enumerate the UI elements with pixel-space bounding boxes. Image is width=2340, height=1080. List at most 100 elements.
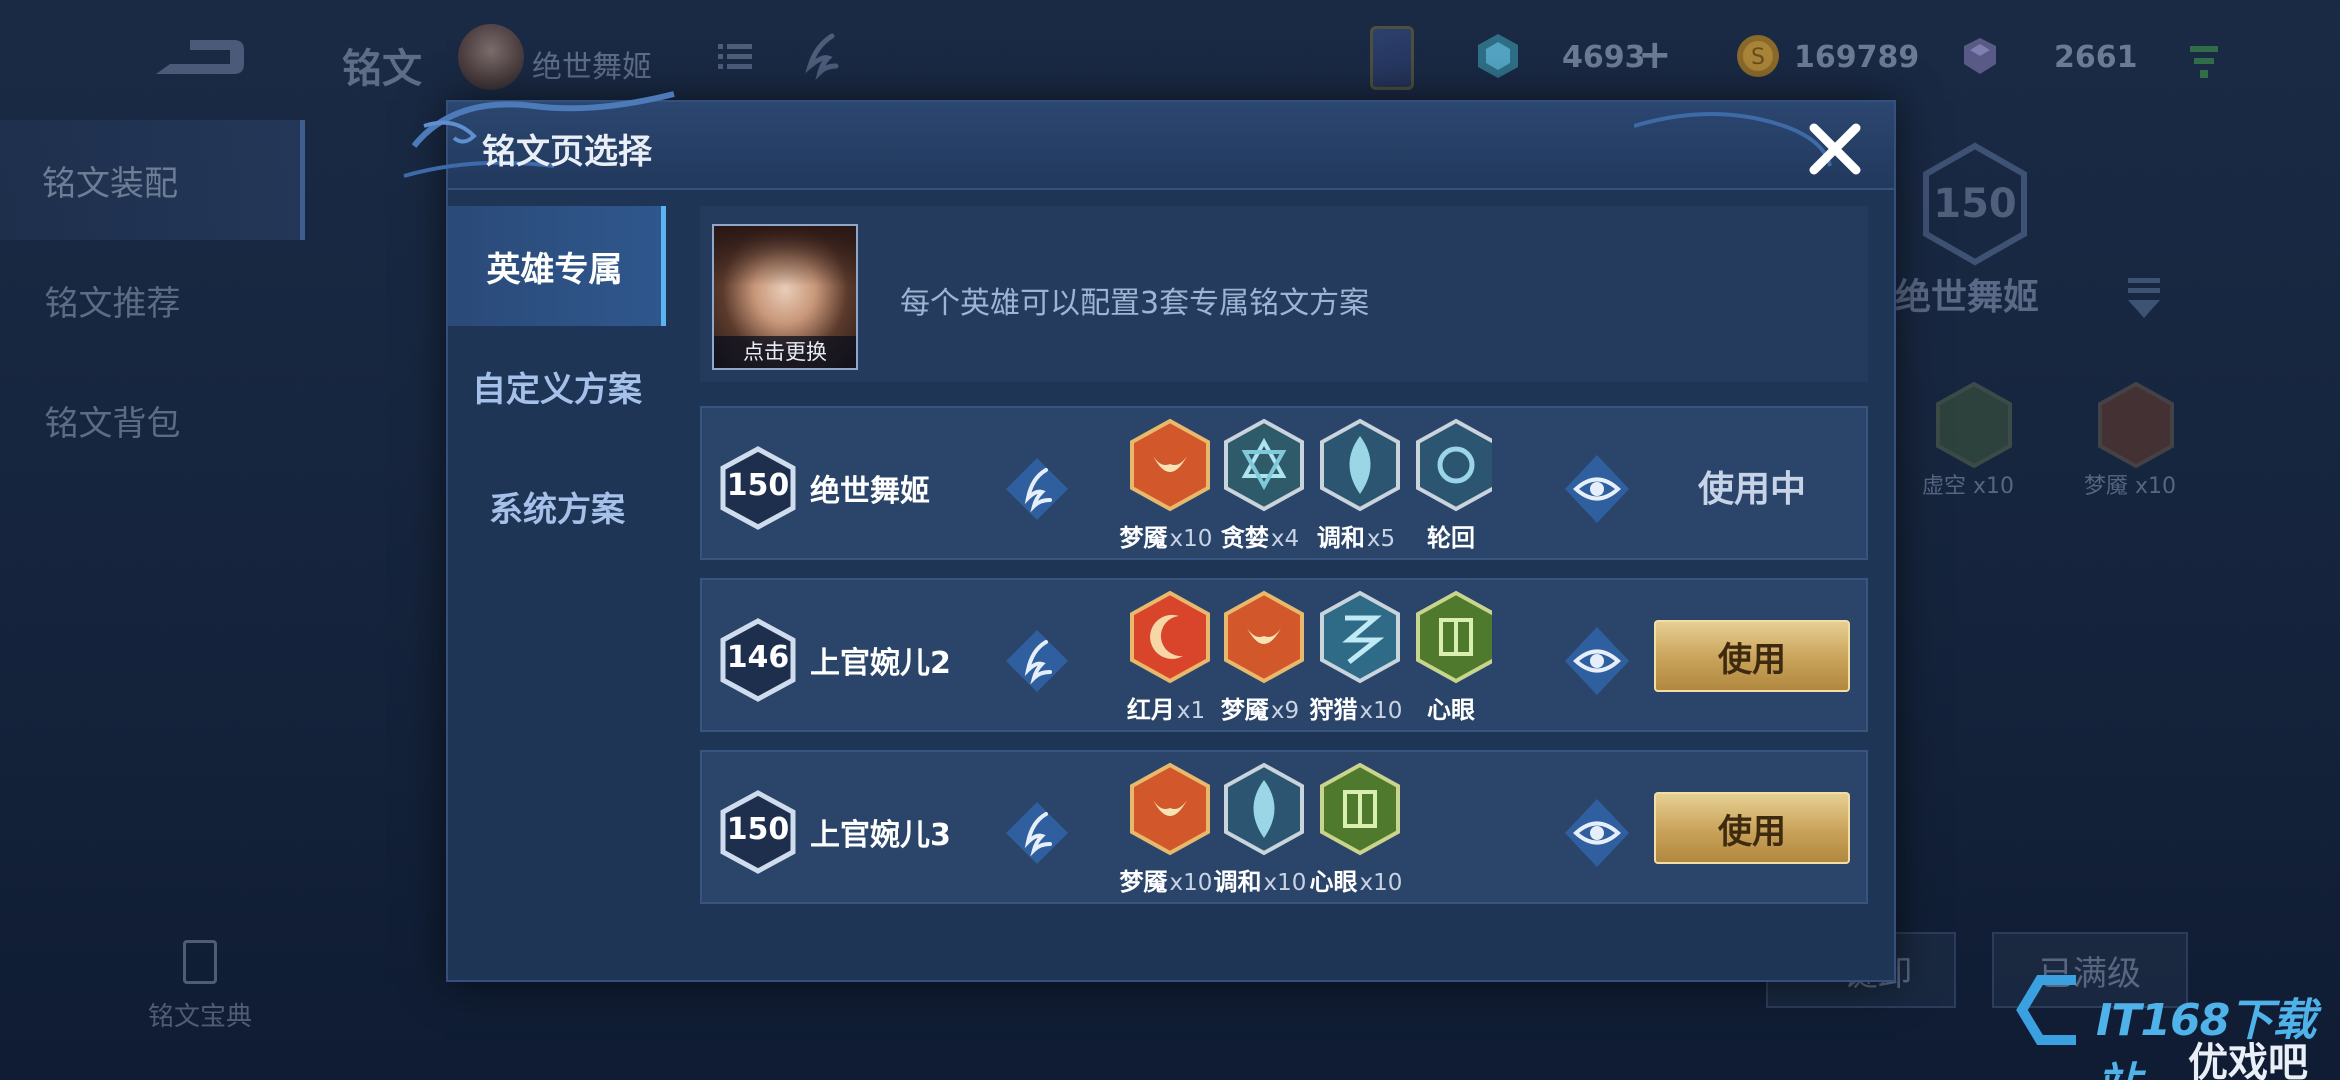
rune-count: x9 (1270, 698, 1300, 724)
page-name: 上官婉儿3 (810, 818, 951, 853)
rune-list: 梦魇x10 贪婪x4 调和x5 轮回 (1107, 418, 1492, 558)
rune-slot: 心眼 (1393, 590, 1492, 730)
rune-name: 狩猎 (1309, 696, 1358, 724)
close-icon (1809, 123, 1861, 175)
rune-page-row[interactable]: 150 绝世舞姬 梦魇x10 贪婪x4 调和x5 轮回 使用中 (700, 406, 1868, 560)
gold-coin-icon: S (1737, 35, 1779, 77)
rune-page-row[interactable]: 146 上官婉儿2 红月x1 梦魇x9 狩猎x10 心眼 使用 (700, 578, 1868, 732)
coupon-count: 4693 (1562, 40, 1646, 75)
use-button[interactable]: 使用 (1654, 620, 1850, 692)
dialog-title: 铭文页选择 (482, 132, 652, 172)
nightmare-rune-icon (2098, 381, 2174, 469)
rune-name: 梦魇 (1119, 868, 1168, 896)
rune-list: 梦魇x10 调和x10 心眼x10 (1107, 762, 1492, 902)
rune-name: 红月 (1126, 696, 1175, 724)
level-hexagon-icon: 150 (1923, 142, 2027, 266)
side-item-rune-equip[interactable]: 铭文装配 (0, 120, 305, 240)
in-use-status: 使用中 (1697, 469, 1806, 510)
hero-portrait-image (714, 226, 856, 286)
side-item-rune-recommend[interactable]: 铭文推荐 (0, 240, 305, 360)
list-icon[interactable] (718, 42, 752, 72)
rune-name: 贪婪 (1220, 524, 1269, 552)
rune-slot: 心眼x10 (1297, 762, 1415, 902)
quill-icon[interactable] (796, 32, 844, 82)
site-watermark: IT168下载站 优戏吧 (2010, 960, 2340, 1080)
level-badge: 150 (720, 446, 796, 530)
svg-text:S: S (1751, 45, 1765, 70)
hero-description: 每个英雄可以配置3套专属铭文方案 (900, 286, 1370, 321)
gold-count: 169789 (1794, 40, 1920, 75)
card-icon[interactable] (1370, 26, 1414, 90)
edit-quill-icon[interactable] (1002, 454, 1072, 524)
rune-codex[interactable]: 铭文宝典 (130, 940, 270, 1033)
rune-count: x4 (1270, 526, 1300, 552)
rune-name: 调和 (1213, 868, 1262, 896)
gem-icon (1964, 38, 1996, 74)
tab-system-plan[interactable]: 系统方案 (448, 446, 666, 566)
watermark-subtext: 优戏吧 (2188, 1040, 2308, 1080)
hero-avatar[interactable] (458, 24, 524, 90)
edit-quill-icon[interactable] (1002, 798, 1072, 868)
rune-slot: 轮回 (1393, 418, 1492, 558)
rune-name: 梦魇 (1220, 696, 1269, 724)
red-moon-rune-icon (1130, 590, 1210, 684)
level-text: 150 (726, 468, 790, 503)
add-coupon-icon[interactable]: + (1638, 32, 1672, 78)
hero-info-box: 点击更换 每个英雄可以配置3套专属铭文方案 (700, 206, 1868, 382)
hero-name: 绝世舞姬 (532, 50, 652, 85)
level-text: 150 (726, 812, 790, 847)
codex-icon (183, 940, 217, 984)
rune-count: x5 (1366, 526, 1396, 552)
nightmare-rune-icon (1130, 762, 1210, 856)
level-text: 146 (726, 640, 790, 675)
rune-page-select-dialog: 铭文页选择 英雄专属 自定义方案 系统方案 点击更换 每个英雄可以配置3套专属铭… (403, 91, 1896, 982)
rune-name: 心眼 (1309, 868, 1358, 896)
hero-portrait-button[interactable]: 点击更换 (712, 224, 858, 370)
nightmare-rune-icon (1130, 418, 1210, 512)
edit-quill-icon[interactable] (1002, 626, 1072, 696)
codex-label: 铭文宝典 (147, 1002, 252, 1032)
nightmare-rune-icon (1224, 590, 1304, 684)
wifi-icon (2190, 46, 2218, 78)
right-page-name: 绝世舞姬 (1895, 277, 2040, 318)
coupon-icon (1478, 34, 1518, 78)
rune-page-row[interactable]: 150 上官婉儿3 梦魇x10 调和x10 心眼x10 使用 (700, 750, 1868, 904)
page-name: 上官婉儿2 (810, 646, 951, 681)
rune-name: 轮回 (1427, 524, 1475, 552)
rune-name: 心眼 (1427, 696, 1475, 724)
rune-name: 梦魇 (1119, 524, 1168, 552)
dialog-content: 点击更换 每个英雄可以配置3套专属铭文方案 150 绝世舞姬 梦魇 x10 贪婪x… (700, 206, 1870, 966)
preview-eye-icon[interactable] (1562, 624, 1632, 698)
dialog-header: 铭文页选择 (403, 91, 1894, 190)
mind-eye-rune-icon (1320, 762, 1400, 856)
menu-icon[interactable] (2124, 274, 2164, 324)
close-button[interactable] (1804, 118, 1866, 180)
preview-eye-icon[interactable] (1562, 796, 1632, 870)
tab-custom-plan[interactable]: 自定义方案 (448, 326, 666, 446)
use-button[interactable]: 使用 (1654, 792, 1850, 864)
mind-eye-rune-icon (1416, 590, 1492, 684)
rune-list: 红月x1 梦魇x9 狩猎x10 心眼 (1107, 590, 1492, 730)
gem-count: 2661 (2054, 40, 2138, 75)
side-item-rune-bag[interactable]: 铭文背包 (0, 360, 305, 480)
reincarnation-rune-icon (1416, 418, 1492, 512)
harmony-rune-icon (1224, 762, 1304, 856)
back-button[interactable] (150, 34, 246, 80)
level-badge: 146 (720, 618, 796, 702)
harmony-rune-icon (1320, 418, 1400, 512)
preview-eye-icon[interactable] (1562, 452, 1632, 526)
portrait-caption: 点击更换 (714, 336, 856, 368)
level-badge: 150 (720, 790, 796, 874)
void-rune-icon (1936, 381, 2012, 469)
back-arrow-icon (156, 40, 244, 74)
watermark-logo-icon (2016, 975, 2076, 1045)
tab-hero-exclusive[interactable]: 英雄专属 (448, 206, 666, 326)
nightmare-rune-label: 梦魇 x10 (2084, 474, 2177, 499)
right-level-text: 150 (1933, 181, 2017, 227)
hunt-rune-icon (1320, 590, 1400, 684)
greed-rune-icon (1224, 418, 1304, 512)
void-rune-label: 虚空 x10 (1922, 474, 2015, 499)
rune-count: x10 (1359, 870, 1403, 896)
page-name: 绝世舞姬 (810, 474, 930, 509)
rune-name: 调和 (1316, 524, 1365, 552)
